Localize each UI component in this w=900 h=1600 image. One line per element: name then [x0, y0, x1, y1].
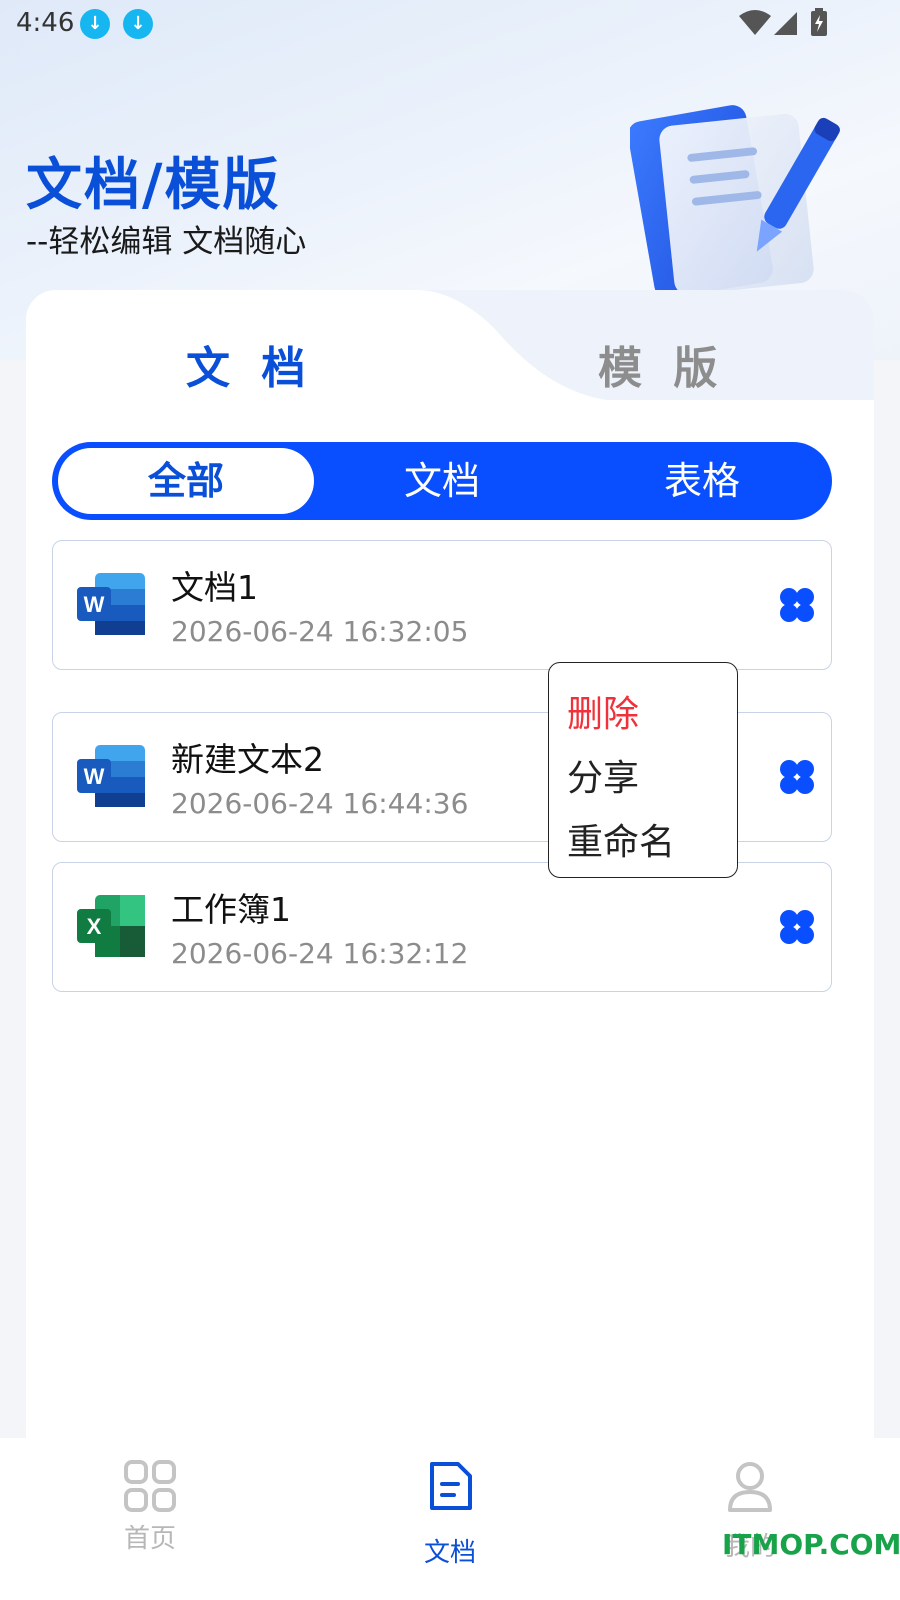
file-name: 新建文本2	[171, 740, 324, 779]
nav-home-label: 首页	[123, 1524, 176, 1554]
battery-icon	[811, 8, 827, 36]
more-options-icon[interactable]	[779, 587, 815, 623]
home-grid-icon	[124, 1460, 176, 1512]
file-date: 2026-06-24 16:44:36	[171, 787, 469, 820]
more-options-icon[interactable]	[779, 759, 815, 795]
file-context-menu: 删除 分享 重命名	[548, 662, 738, 878]
watermark: ITMOP.COM	[722, 1528, 900, 1561]
svg-text:X: X	[87, 914, 102, 939]
content-card: 文 档 模 版 全部 文档 表格 W 文档1 2026-06-24 16:32:…	[26, 290, 874, 1470]
svg-text:W: W	[84, 592, 105, 617]
wifi-icon	[739, 10, 771, 35]
document-pen-illustration	[630, 105, 840, 299]
status-bar: 4:46 ↓ ↓	[0, 0, 900, 48]
filter-segment-control: 全部 文档 表格	[52, 442, 832, 520]
file-date: 2026-06-24 16:32:12	[171, 937, 469, 970]
tab-templates[interactable]: 模 版	[598, 332, 725, 396]
more-options-icon[interactable]	[779, 909, 815, 945]
status-time: 4:46	[16, 8, 75, 38]
tab-background	[26, 290, 874, 430]
nav-documents[interactable]: 文档	[300, 1438, 600, 1600]
file-date: 2026-06-24 16:32:05	[171, 615, 469, 648]
svg-text:W: W	[84, 764, 105, 789]
filter-spreadsheets[interactable]: 表格	[572, 442, 832, 520]
page-title: 文档/模版	[26, 153, 281, 218]
file-name: 文档1	[171, 568, 258, 607]
delete-menu-item[interactable]: 删除	[567, 685, 639, 737]
filter-all[interactable]: 全部	[58, 448, 314, 514]
tab-documents[interactable]: 文 档	[186, 332, 313, 396]
word-file-icon: W	[77, 573, 145, 635]
nav-documents-label: 文档	[423, 1538, 476, 1568]
document-icon	[430, 1462, 472, 1510]
user-icon	[728, 1462, 772, 1512]
page-subtitle: --轻松编辑 文档随心	[26, 224, 307, 260]
word-file-icon: W	[77, 745, 145, 807]
rename-menu-item[interactable]: 重命名	[567, 813, 675, 865]
file-list-item[interactable]: X 工作簿1 2026-06-24 16:32:12	[52, 862, 832, 992]
bottom-navigation: 首页 文档 我的	[0, 1438, 900, 1600]
excel-file-icon: X	[77, 895, 145, 957]
nav-home[interactable]: 首页	[0, 1438, 300, 1600]
filter-documents[interactable]: 文档	[312, 442, 572, 520]
file-name: 工作簿1	[171, 890, 291, 929]
share-menu-item[interactable]: 分享	[567, 749, 639, 801]
cellular-signal-icon	[774, 12, 797, 35]
download-notification-icon: ↓	[123, 9, 153, 39]
download-notification-icon: ↓	[80, 9, 110, 39]
file-list-item[interactable]: W 文档1 2026-06-24 16:32:05	[52, 540, 832, 670]
nav-mine[interactable]: 我的	[600, 1438, 900, 1600]
